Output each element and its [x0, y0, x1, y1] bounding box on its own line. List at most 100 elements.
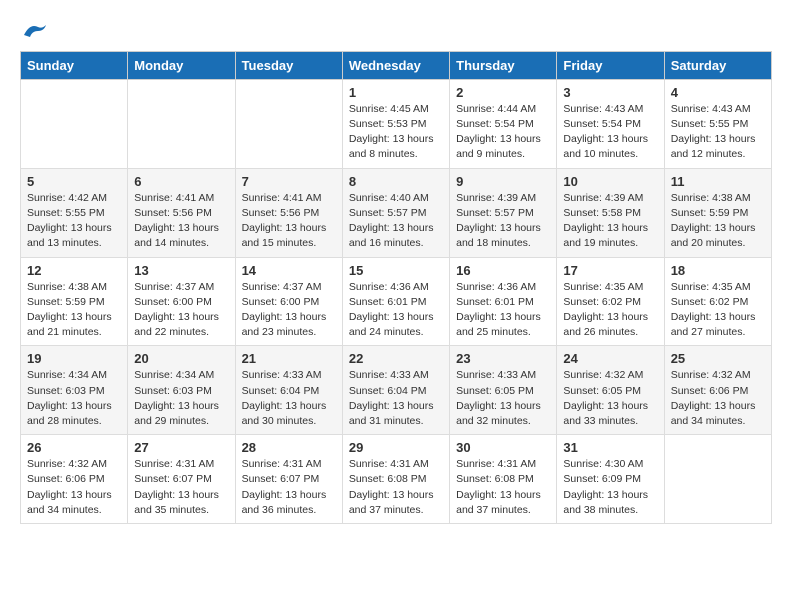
day-info: Sunrise: 4:45 AM Sunset: 5:53 PM Dayligh… — [349, 102, 443, 163]
calendar-cell: 19Sunrise: 4:34 AM Sunset: 6:03 PM Dayli… — [21, 346, 128, 435]
day-info: Sunrise: 4:32 AM Sunset: 6:06 PM Dayligh… — [671, 368, 765, 429]
day-number: 25 — [671, 351, 765, 366]
logo-bird-icon — [22, 21, 48, 41]
calendar-cell: 29 Sunrise: 4:31 AM Sunset: 6:08 PM Dayli… — [342, 435, 449, 524]
calendar-cell — [664, 435, 771, 524]
day-info: Sunrise: 4:38 AM Sunset: 5:59 PM Dayligh… — [671, 191, 765, 252]
calendar-week-row: 26 Sunrise: 4:32 AM Sunset: 6:06 PM Dayli… — [21, 435, 772, 524]
day-info: Sunrise: 4:31 AM Sunset: 6:08 PM Dayligh… — [456, 457, 550, 518]
calendar-cell: 5 Sunrise: 4:42 AM Sunset: 5:55 PM Daylig… — [21, 168, 128, 257]
day-info: Sunrise: 4:34 AM Sunset: 6:03 PM Dayligh… — [134, 368, 228, 429]
calendar-cell: 26 Sunrise: 4:32 AM Sunset: 6:06 PM Dayli… — [21, 435, 128, 524]
calendar-week-row: 1 Sunrise: 4:45 AM Sunset: 5:53 PM Daylig… — [21, 79, 772, 168]
day-info: Sunrise: 4:39 AM Sunset: 5:57 PM Dayligh… — [456, 191, 550, 252]
day-number: 16 — [456, 263, 550, 278]
day-number: 31 — [563, 440, 657, 455]
calendar-header-row: SundayMondayTuesdayWednesdayThursdayFrid… — [21, 51, 772, 79]
calendar-cell: 17 Sunrise: 4:35 AM Sunset: 6:02 PM Dayli… — [557, 257, 664, 346]
day-info: Sunrise: 4:32 AM Sunset: 6:05 PM Dayligh… — [563, 368, 657, 429]
day-number: 11 — [671, 174, 765, 189]
calendar-week-row: 19Sunrise: 4:34 AM Sunset: 6:03 PM Dayli… — [21, 346, 772, 435]
calendar-cell: 8 Sunrise: 4:40 AM Sunset: 5:57 PM Daylig… — [342, 168, 449, 257]
day-info: Sunrise: 4:33 AM Sunset: 6:05 PM Dayligh… — [456, 368, 550, 429]
day-number: 12 — [27, 263, 121, 278]
day-number: 28 — [242, 440, 336, 455]
calendar-cell: 1 Sunrise: 4:45 AM Sunset: 5:53 PM Daylig… — [342, 79, 449, 168]
day-info: Sunrise: 4:36 AM Sunset: 6:01 PM Dayligh… — [456, 280, 550, 341]
day-info: Sunrise: 4:31 AM Sunset: 6:07 PM Dayligh… — [134, 457, 228, 518]
day-number: 13 — [134, 263, 228, 278]
calendar-cell: 28 Sunrise: 4:31 AM Sunset: 6:07 PM Dayli… — [235, 435, 342, 524]
day-info: Sunrise: 4:42 AM Sunset: 5:55 PM Dayligh… — [27, 191, 121, 252]
day-number: 22 — [349, 351, 443, 366]
calendar-cell — [21, 79, 128, 168]
day-number: 5 — [27, 174, 121, 189]
calendar-cell: 12 Sunrise: 4:38 AM Sunset: 5:59 PM Dayli… — [21, 257, 128, 346]
day-number: 1 — [349, 85, 443, 100]
calendar-week-row: 12 Sunrise: 4:38 AM Sunset: 5:59 PM Dayli… — [21, 257, 772, 346]
day-info: Sunrise: 4:36 AM Sunset: 6:01 PM Dayligh… — [349, 280, 443, 341]
calendar-cell: 18 Sunrise: 4:35 AM Sunset: 6:02 PM Dayli… — [664, 257, 771, 346]
day-info: Sunrise: 4:41 AM Sunset: 5:56 PM Dayligh… — [242, 191, 336, 252]
logo — [20, 20, 48, 41]
calendar-cell: 14Sunrise: 4:37 AM Sunset: 6:00 PM Dayli… — [235, 257, 342, 346]
calendar-cell: 10 Sunrise: 4:39 AM Sunset: 5:58 PM Dayli… — [557, 168, 664, 257]
calendar-cell: 16 Sunrise: 4:36 AM Sunset: 6:01 PM Dayli… — [450, 257, 557, 346]
calendar-cell: 9 Sunrise: 4:39 AM Sunset: 5:57 PM Daylig… — [450, 168, 557, 257]
col-header-friday: Friday — [557, 51, 664, 79]
day-number: 26 — [27, 440, 121, 455]
calendar-cell: 27 Sunrise: 4:31 AM Sunset: 6:07 PM Dayli… — [128, 435, 235, 524]
day-number: 17 — [563, 263, 657, 278]
day-number: 3 — [563, 85, 657, 100]
day-number: 24 — [563, 351, 657, 366]
day-number: 18 — [671, 263, 765, 278]
day-info: Sunrise: 4:43 AM Sunset: 5:55 PM Dayligh… — [671, 102, 765, 163]
calendar-cell: 20 Sunrise: 4:34 AM Sunset: 6:03 PM Dayli… — [128, 346, 235, 435]
day-info: Sunrise: 4:31 AM Sunset: 6:08 PM Dayligh… — [349, 457, 443, 518]
calendar-cell — [128, 79, 235, 168]
day-number: 30 — [456, 440, 550, 455]
day-number: 21 — [242, 351, 336, 366]
day-number: 20 — [134, 351, 228, 366]
calendar-cell: 7Sunrise: 4:41 AM Sunset: 5:56 PM Daylig… — [235, 168, 342, 257]
day-info: Sunrise: 4:38 AM Sunset: 5:59 PM Dayligh… — [27, 280, 121, 341]
day-info: Sunrise: 4:37 AM Sunset: 6:00 PM Dayligh… — [134, 280, 228, 341]
calendar-week-row: 5 Sunrise: 4:42 AM Sunset: 5:55 PM Daylig… — [21, 168, 772, 257]
col-header-saturday: Saturday — [664, 51, 771, 79]
day-number: 23 — [456, 351, 550, 366]
day-info: Sunrise: 4:31 AM Sunset: 6:07 PM Dayligh… — [242, 457, 336, 518]
day-number: 27 — [134, 440, 228, 455]
page-header — [20, 20, 772, 41]
calendar-cell: 3 Sunrise: 4:43 AM Sunset: 5:54 PM Daylig… — [557, 79, 664, 168]
calendar-cell: 31 Sunrise: 4:30 AM Sunset: 6:09 PM Dayli… — [557, 435, 664, 524]
day-info: Sunrise: 4:30 AM Sunset: 6:09 PM Dayligh… — [563, 457, 657, 518]
calendar-cell: 23 Sunrise: 4:33 AM Sunset: 6:05 PM Dayli… — [450, 346, 557, 435]
day-info: Sunrise: 4:39 AM Sunset: 5:58 PM Dayligh… — [563, 191, 657, 252]
col-header-sunday: Sunday — [21, 51, 128, 79]
day-info: Sunrise: 4:33 AM Sunset: 6:04 PM Dayligh… — [349, 368, 443, 429]
day-info: Sunrise: 4:37 AM Sunset: 6:00 PM Dayligh… — [242, 280, 336, 341]
day-number: 2 — [456, 85, 550, 100]
day-number: 10 — [563, 174, 657, 189]
day-info: Sunrise: 4:35 AM Sunset: 6:02 PM Dayligh… — [563, 280, 657, 341]
day-number: 8 — [349, 174, 443, 189]
calendar-cell: 30 Sunrise: 4:31 AM Sunset: 6:08 PM Dayli… — [450, 435, 557, 524]
day-info: Sunrise: 4:43 AM Sunset: 5:54 PM Dayligh… — [563, 102, 657, 163]
day-number: 15 — [349, 263, 443, 278]
col-header-thursday: Thursday — [450, 51, 557, 79]
day-info: Sunrise: 4:41 AM Sunset: 5:56 PM Dayligh… — [134, 191, 228, 252]
day-number: 29 — [349, 440, 443, 455]
day-info: Sunrise: 4:32 AM Sunset: 6:06 PM Dayligh… — [27, 457, 121, 518]
day-info: Sunrise: 4:34 AM Sunset: 6:03 PM Dayligh… — [27, 368, 121, 429]
day-info: Sunrise: 4:35 AM Sunset: 6:02 PM Dayligh… — [671, 280, 765, 341]
day-info: Sunrise: 4:40 AM Sunset: 5:57 PM Dayligh… — [349, 191, 443, 252]
calendar-table: SundayMondayTuesdayWednesdayThursdayFrid… — [20, 51, 772, 524]
day-number: 9 — [456, 174, 550, 189]
col-header-monday: Monday — [128, 51, 235, 79]
col-header-wednesday: Wednesday — [342, 51, 449, 79]
calendar-cell: 24 Sunrise: 4:32 AM Sunset: 6:05 PM Dayli… — [557, 346, 664, 435]
calendar-cell: 11 Sunrise: 4:38 AM Sunset: 5:59 PM Dayli… — [664, 168, 771, 257]
day-number: 6 — [134, 174, 228, 189]
calendar-cell: 15 Sunrise: 4:36 AM Sunset: 6:01 PM Dayli… — [342, 257, 449, 346]
col-header-tuesday: Tuesday — [235, 51, 342, 79]
